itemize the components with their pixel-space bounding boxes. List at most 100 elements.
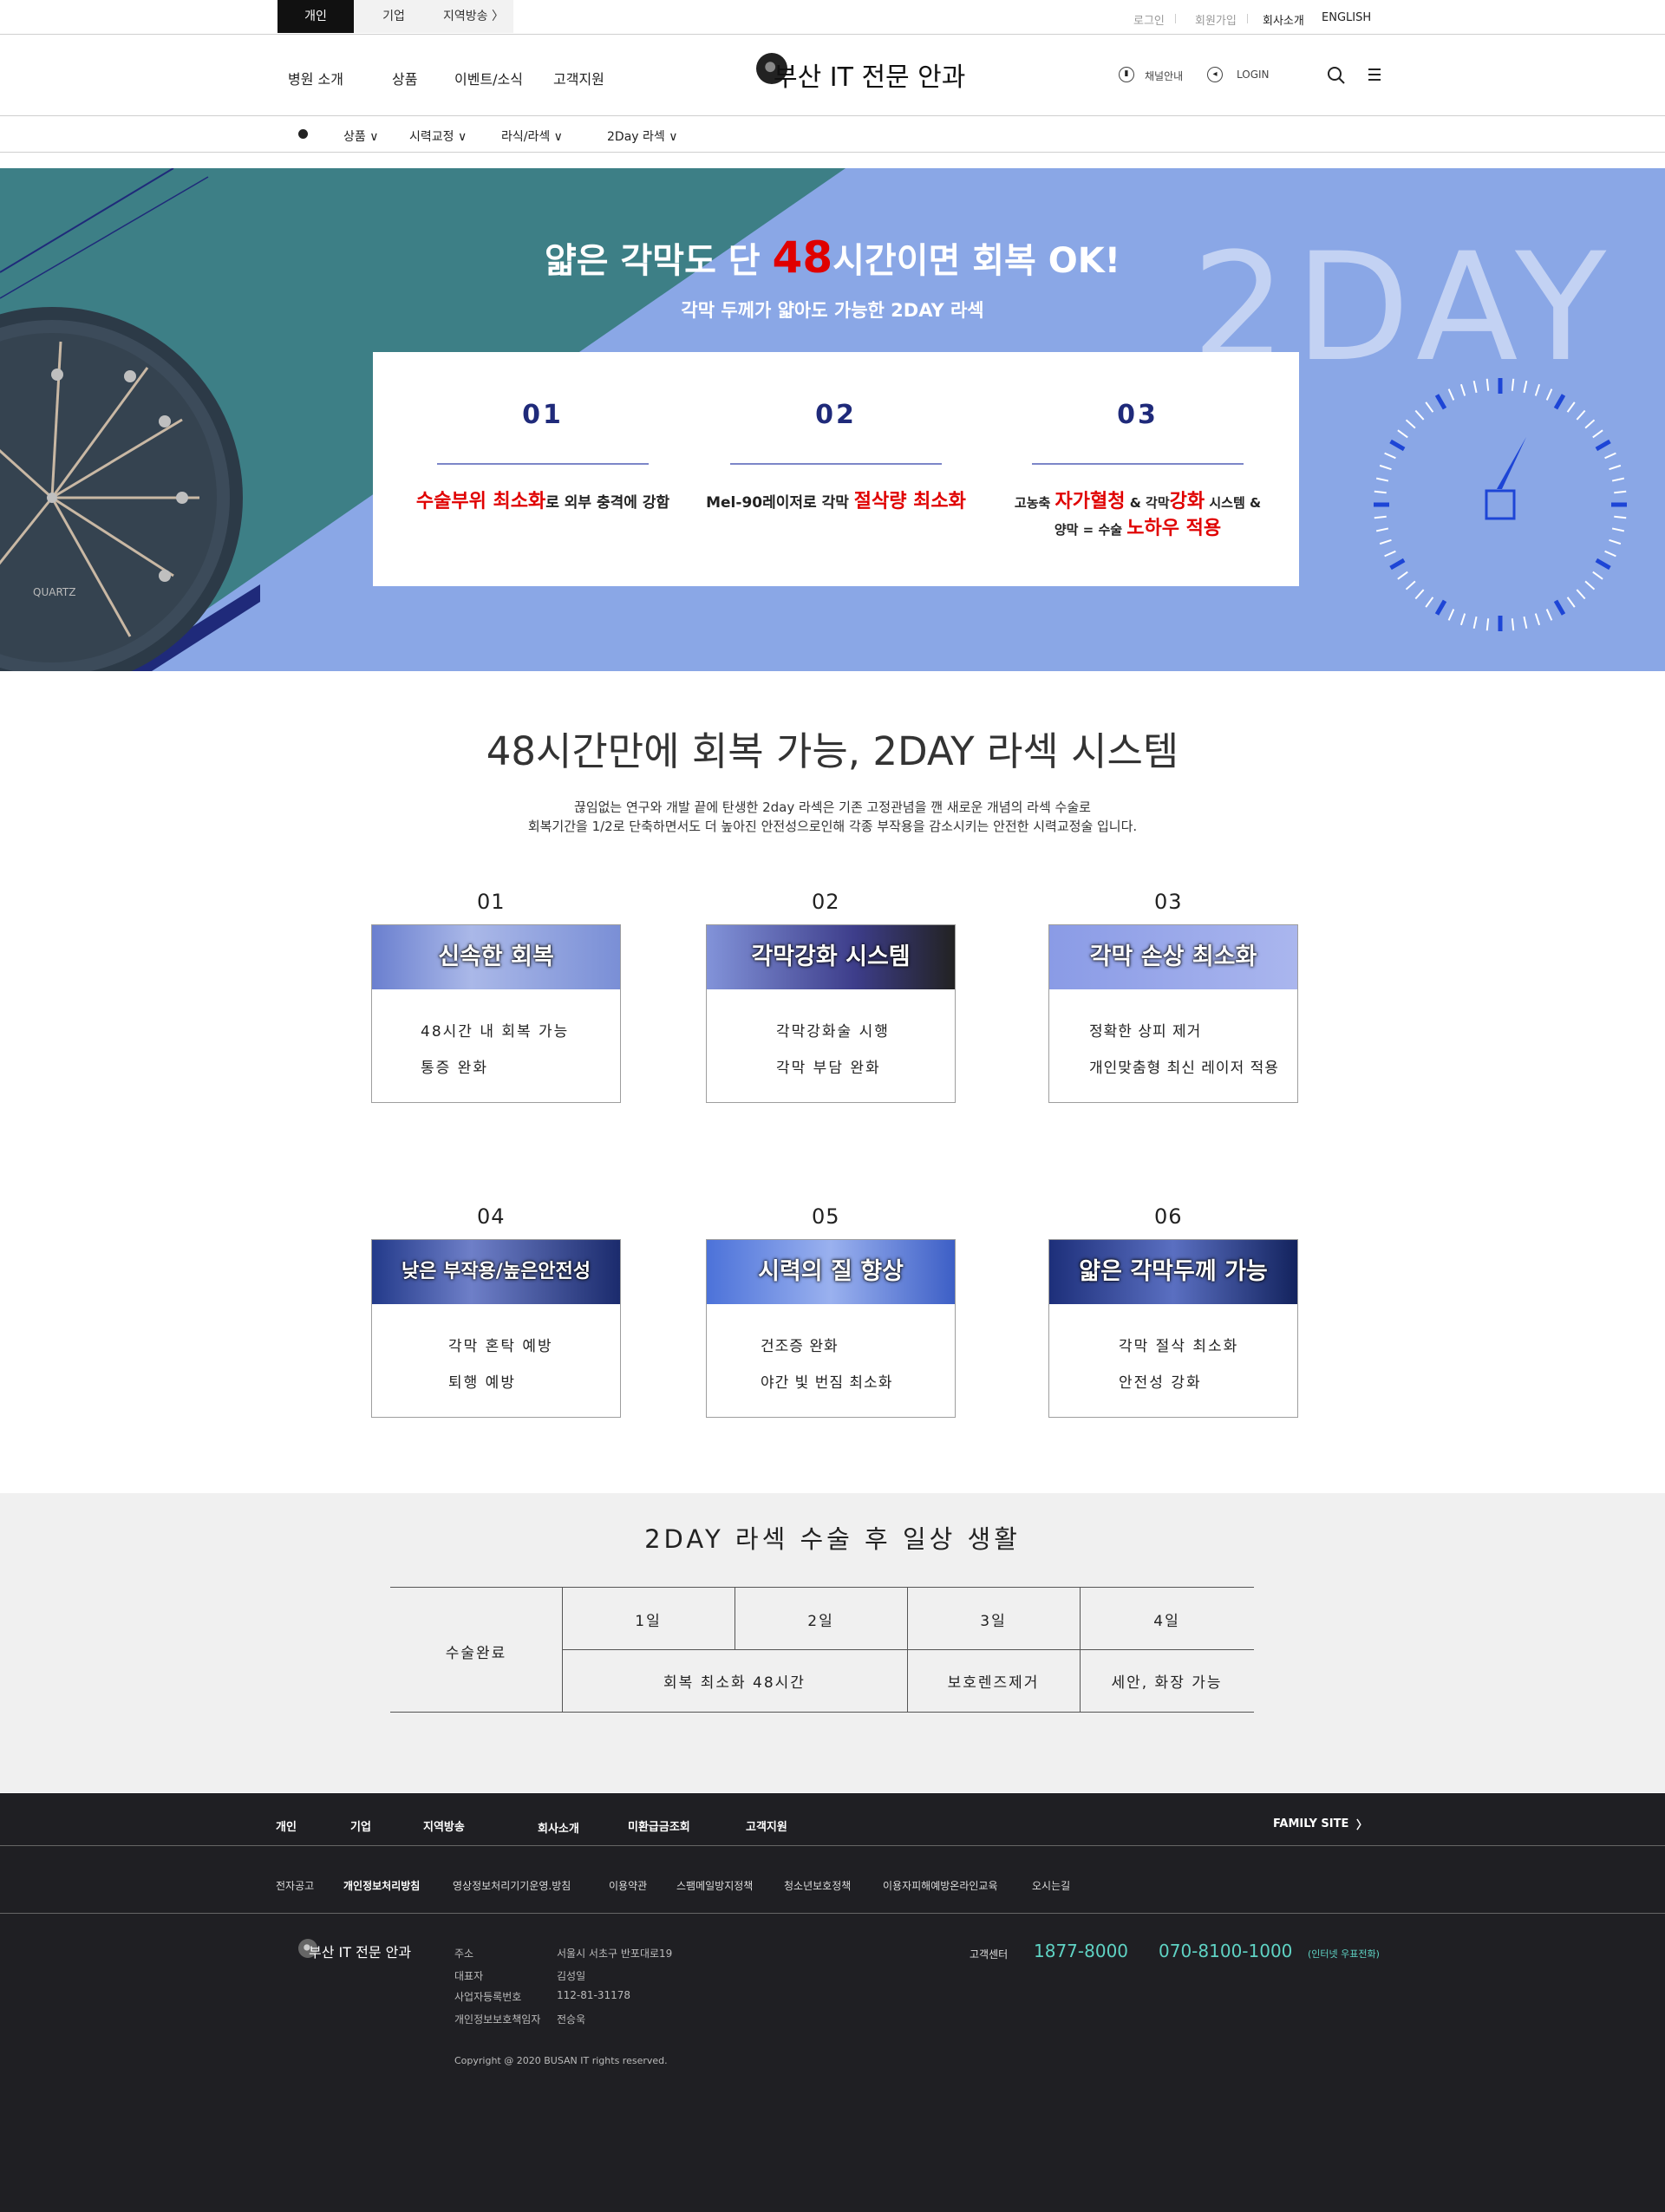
- utility-bar: 개인 기업 지역방송 〉 로그인 회원가입 회사소개 ENGLISH: [0, 0, 1665, 35]
- clock-tick: [1459, 613, 1466, 626]
- feature-number: 03: [1154, 890, 1183, 914]
- clock-tick: [1576, 409, 1586, 421]
- footer-link-privacy[interactable]: 개인정보처리방침: [343, 1878, 420, 1893]
- clock-tick: [1447, 609, 1455, 621]
- feature-number: 01: [477, 890, 506, 914]
- hero-title: 얇은 각막도 단 48시간이면 회복 OK!: [0, 232, 1665, 283]
- logo[interactable]: 부산 IT 전문 안과: [756, 50, 965, 94]
- footer-nav-refund[interactable]: 미환급금조회: [628, 1817, 690, 1834]
- clock-tick: [1397, 571, 1408, 580]
- card-text: Mel-90레이저로 각막 절삭량 최소화: [706, 491, 966, 512]
- breadcrumb-nav: 상품 ∨ 시력교정 ∨ 라식/라섹 ∨ 2Day 라섹 ∨: [0, 116, 1665, 153]
- feature-box: 각막 손상 최소화 정확한 상피 제거 개인맞춤형 최신 레이저 적용: [1048, 924, 1298, 1103]
- card-number: 02: [815, 400, 857, 430]
- login-link[interactable]: 로그인: [1133, 11, 1165, 28]
- subnav-lasik[interactable]: 라식/라섹 ∨: [501, 127, 563, 145]
- clock-tick: [1534, 613, 1541, 626]
- clock-tick: [1553, 394, 1566, 410]
- footer-nav-support[interactable]: 고객지원: [746, 1817, 787, 1834]
- footer-nav-personal[interactable]: 개인: [276, 1817, 297, 1834]
- main-header: 병원 소개 상품 이벤트/소식 고객지원 부산 IT 전문 안과 ▮ 채널안내 …: [0, 35, 1665, 116]
- footer-link-spam[interactable]: 스팸메일방지정책: [676, 1878, 753, 1893]
- footer-divider: [0, 1845, 1665, 1846]
- clock-hand: [1497, 437, 1526, 489]
- clock-tick: [1604, 452, 1616, 460]
- divider: [1175, 14, 1176, 23]
- table-vline: [907, 1587, 908, 1712]
- footer-nav-company[interactable]: 회사소개: [538, 1819, 579, 1836]
- home-icon[interactable]: [298, 129, 308, 139]
- clock-brand: QUARTZ: [33, 586, 76, 598]
- subnav-2day[interactable]: 2Day 라섹 ∨: [607, 127, 677, 145]
- subnav-vision[interactable]: 시력교정 ∨: [409, 127, 467, 145]
- search-icon[interactable]: [1327, 66, 1346, 85]
- clock-tick: [1584, 419, 1596, 429]
- feature-box: 각막강화 시스템 각막강화술 시행 각막 부담 완화: [706, 924, 956, 1103]
- gnb-events[interactable]: 이벤트/소식: [454, 68, 523, 88]
- feature-line: 정확한 상피 제거: [1089, 1023, 1202, 1041]
- family-site-button[interactable]: FAMILY SITE: [1273, 1817, 1348, 1830]
- channel-icon[interactable]: ▮: [1119, 67, 1134, 82]
- login-button[interactable]: LOGIN: [1237, 69, 1270, 81]
- chevron-right-icon[interactable]: 〉: [1356, 1816, 1368, 1832]
- tab-regional[interactable]: 지역방송 〉: [434, 0, 513, 33]
- footer-link-cctv[interactable]: 영상정보처리기기운영.방침: [453, 1878, 571, 1893]
- tab-business[interactable]: 기업: [354, 0, 434, 33]
- clock-tick: [1566, 401, 1576, 413]
- footer-nav-business[interactable]: 기업: [350, 1817, 371, 1834]
- english-link[interactable]: ENGLISH: [1322, 11, 1371, 24]
- clock-tick: [1414, 589, 1425, 600]
- table-cell-lens-removal: 보호렌즈제거: [947, 1674, 1040, 1692]
- card-divider: [437, 463, 649, 465]
- hero-card: 01 수술부위 최소화로 외부 충격에 강함 02 Mel-90레이저로 각막 …: [373, 352, 1299, 586]
- company-link[interactable]: 회사소개: [1263, 11, 1304, 28]
- clock-tick: [1384, 550, 1396, 558]
- daily-title: 2DAY 라섹 수술 후 일상 생활: [644, 1524, 1021, 1554]
- clock-center-mark: [1485, 489, 1516, 520]
- footer-link-education[interactable]: 이용자피해예방온라인교육: [883, 1878, 997, 1893]
- features-title: 48시간만에 회복 가능, 2DAY 라섹 시스템: [486, 728, 1179, 774]
- feature-line: 야간 빛 번짐 최소화: [761, 1374, 893, 1392]
- table-cell-wash: 세안, 화장 가능: [1111, 1674, 1223, 1692]
- clock-tick: [1545, 609, 1553, 621]
- gnb-products[interactable]: 상품: [392, 68, 417, 88]
- footer-link-terms[interactable]: 이용약관: [609, 1878, 647, 1893]
- clock-tick: [1566, 597, 1576, 608]
- card-number: 03: [1117, 400, 1159, 430]
- cs-phone-2[interactable]: 070-8100-1000: [1159, 1941, 1292, 1961]
- card-number: 01: [522, 400, 564, 430]
- cs-phone-1[interactable]: 1877-8000: [1034, 1941, 1128, 1961]
- gnb-about[interactable]: 병원 소개: [288, 68, 343, 88]
- table-vline: [562, 1587, 563, 1712]
- footer-link-youth[interactable]: 청소년보호정책: [784, 1878, 851, 1893]
- gnb-support[interactable]: 고객지원: [553, 68, 604, 88]
- footer-nav-regional[interactable]: 지역방송: [423, 1817, 465, 1834]
- signup-link[interactable]: 회원가입: [1195, 11, 1237, 28]
- clock-tick: [1397, 429, 1408, 439]
- features-desc-1: 끊임없는 연구와 개발 끝에 탄생한 2day 라섹은 기존 고정관념을 깬 새…: [574, 799, 1091, 815]
- clock-tick: [1405, 419, 1416, 429]
- info-value-bizno: 112-81-31178: [557, 1989, 631, 2001]
- feature-head-image: 시력의 질 향상: [707, 1240, 955, 1304]
- tab-personal[interactable]: 개인: [278, 0, 354, 33]
- feature-head-title: 각막강화 시스템: [751, 943, 911, 970]
- subnav-products[interactable]: 상품 ∨: [343, 127, 378, 145]
- speaker-icon[interactable]: ◂: [1207, 67, 1223, 82]
- clock-tick: [1609, 538, 1622, 545]
- clock-tick: [1592, 429, 1603, 439]
- info-label-address: 주소: [454, 1948, 474, 1960]
- feature-number: 04: [477, 1204, 506, 1229]
- menu-icon[interactable]: [1368, 68, 1381, 82]
- card-divider: [730, 463, 942, 465]
- clock-tick: [1611, 527, 1625, 532]
- footer-link-directions[interactable]: 오시는길: [1032, 1878, 1070, 1893]
- card-text: 수술부위 최소화로 외부 충격에 강함: [415, 491, 670, 512]
- footer-link-notice[interactable]: 전자공고: [276, 1878, 314, 1893]
- clock-tick: [1595, 439, 1611, 452]
- footer-logo-text: 부산 IT 전문 안과: [309, 1944, 412, 1961]
- clock-tick: [1379, 464, 1392, 471]
- clock-tick: [1595, 558, 1611, 571]
- channel-link[interactable]: 채널안내: [1145, 69, 1183, 83]
- hero-card-02: 02 Mel-90레이저로 각막 절삭량 최소화: [706, 352, 966, 516]
- feature-head-title: 각막 손상 최소화: [1089, 943, 1257, 970]
